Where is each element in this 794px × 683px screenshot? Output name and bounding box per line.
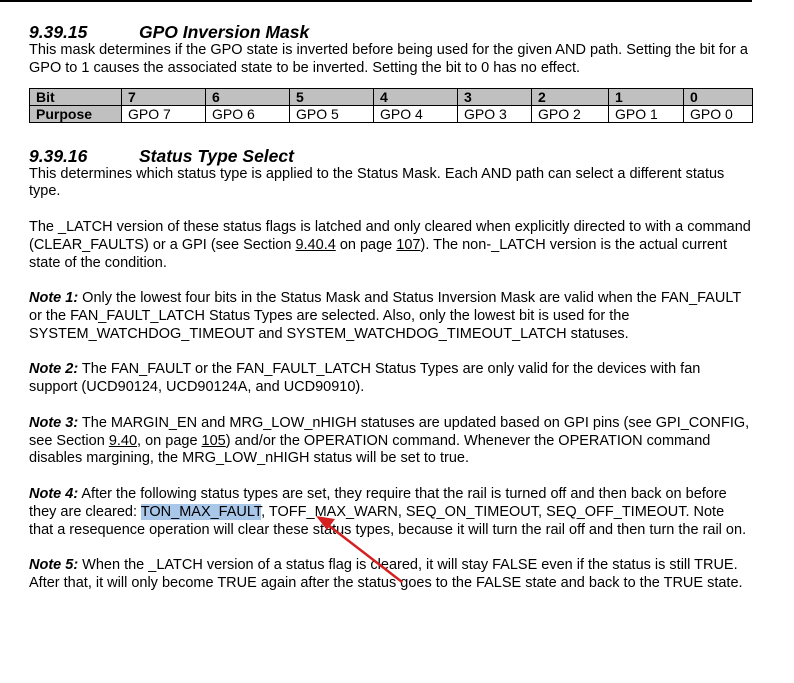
section-heading-status-type-select: 9.39.16 Status Type Select	[29, 146, 751, 166]
header-label: Bit	[29, 87, 122, 106]
table-row: Purpose GPO 7 GPO 6 GPO 5 GPO 4 GPO 3 GP…	[29, 104, 753, 123]
purpose-cell: GPO 1	[608, 104, 684, 123]
bit-cell: 5	[289, 87, 374, 106]
section-link[interactable]: 9.40.4	[295, 237, 335, 253]
purpose-cell: GPO 2	[531, 104, 609, 123]
bit-cell: 3	[457, 87, 532, 106]
note-label: Note 4:	[29, 485, 79, 502]
purpose-cell: GPO 0	[683, 104, 753, 123]
purpose-cell: GPO 3	[457, 104, 532, 123]
page-link[interactable]: 107	[396, 237, 420, 253]
section-heading-gpo-inversion-mask: 9.39.15 GPO Inversion Mask	[29, 22, 751, 42]
text-span: on page	[335, 236, 397, 253]
row-label: Purpose	[29, 104, 122, 123]
bit-cell: 0	[683, 87, 753, 106]
section-body: This mask determines if the GPO state is…	[29, 42, 748, 76]
note-3: Note 3: The MARGIN_EN and MRG_LOW_nHIGH …	[29, 415, 751, 468]
bit-cell: 2	[531, 87, 609, 106]
note-5: Note 5: When the _LATCH version of a sta…	[29, 557, 751, 593]
section-title: GPO Inversion Mask	[139, 22, 310, 42]
section-number: 9.39.15	[29, 22, 88, 42]
section-title: Status Type Select	[139, 145, 294, 166]
bit-cell: 7	[121, 87, 206, 106]
note-label: Note 2:	[29, 361, 79, 378]
note-1: Note 1: Only the lowest four bits in the…	[29, 290, 751, 343]
section-number: 9.39.16	[29, 145, 88, 166]
note-label: Note 1:	[29, 290, 79, 307]
latch-paragraph: The _LATCH version of these status flags…	[29, 219, 751, 272]
page-link[interactable]: 105	[202, 433, 226, 449]
note-2: Note 2: The FAN_FAULT or the FAN_FAULT_L…	[29, 361, 751, 397]
highlighted-selection[interactable]: TON_MAX_FAULT	[140, 503, 262, 520]
section-intro: This determines which status type is app…	[29, 165, 725, 200]
note-label: Note 3:	[29, 414, 79, 431]
top-rule	[0, 0, 752, 2]
purpose-cell: GPO 5	[289, 104, 374, 123]
gpo-bit-table: Bit 7 6 5 4 3 2 1 0 Purpose GPO 7 GPO 6 …	[29, 87, 753, 123]
bit-cell: 1	[608, 87, 684, 106]
purpose-cell: GPO 6	[205, 104, 290, 123]
note-text: , on page	[137, 432, 202, 449]
bit-cell: 4	[373, 87, 458, 106]
note-4: Note 4: After the following status types…	[29, 486, 751, 539]
table-header-row: Bit 7 6 5 4 3 2 1 0	[29, 87, 753, 106]
section-link[interactable]: 9.40	[109, 433, 137, 449]
note-text: The FAN_FAULT or the FAN_FAULT_LATCH Sta…	[29, 361, 701, 396]
note-text: Only the lowest four bits in the Status …	[29, 290, 741, 342]
note-label: Note 5:	[29, 557, 79, 574]
bit-cell: 6	[205, 87, 290, 106]
purpose-cell: GPO 4	[373, 104, 458, 123]
document-page: 9.39.15 GPO Inversion Mask This mask dete…	[29, 22, 753, 593]
purpose-cell: GPO 7	[121, 104, 206, 123]
note-text: When the _LATCH version of a status flag…	[29, 557, 743, 591]
